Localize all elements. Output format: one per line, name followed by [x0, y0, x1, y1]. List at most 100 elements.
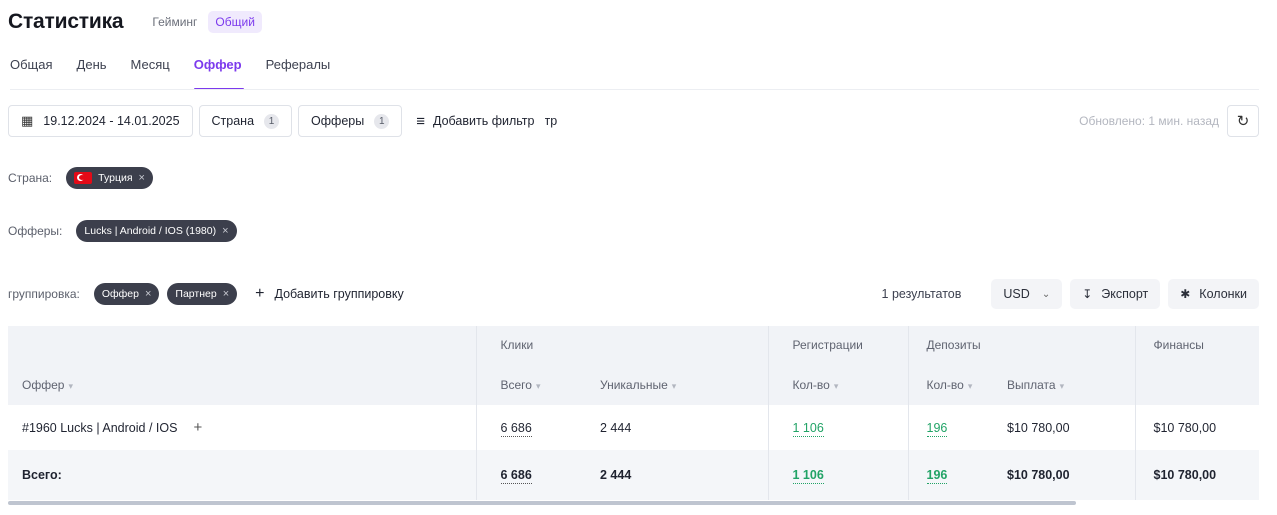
country-filter-label: Страна — [211, 114, 255, 128]
cell-registrations[interactable]: 1 106 — [767, 405, 908, 450]
col-clicks-total[interactable]: Всего ▾ — [475, 364, 576, 405]
tab-referrals[interactable]: Рефералы — [266, 52, 331, 90]
header-finance: Финансы — [1134, 326, 1260, 364]
close-icon[interactable]: × — [139, 172, 145, 184]
registrations-value[interactable]: 1 106 — [792, 420, 824, 437]
table-row: #1960 Lucks | Android / IOS + 6 686 2 444… — [8, 405, 1260, 450]
col-clicks-unique[interactable]: Уникальные ▾ — [576, 364, 768, 405]
col-finance — [1134, 364, 1260, 405]
offer-chip[interactable]: Lucks | Android / IOS (1980) × — [76, 220, 237, 242]
offers-applied-label: Офферы: — [8, 224, 63, 238]
currency-value: USD — [1003, 287, 1030, 301]
cell-clicks-unique: 2 444 — [576, 405, 768, 450]
page-title: Статистика — [8, 10, 124, 33]
col-dep-count[interactable]: Кол-во ▾ — [907, 364, 989, 405]
close-icon[interactable]: × — [222, 225, 228, 237]
columns-label: Колонки — [1199, 287, 1247, 301]
tab-overview[interactable]: Общая — [10, 52, 53, 90]
clicks-total-value[interactable]: 6 686 — [500, 420, 532, 437]
mode-tab-gaming[interactable]: Гейминг — [145, 11, 204, 33]
sort-icon: ▾ — [671, 380, 677, 391]
add-grouping-label: Добавить группировку — [274, 287, 404, 301]
columns-button[interactable]: ✱ Колонки — [1168, 279, 1259, 309]
filter-icon: ≡ — [416, 112, 425, 130]
col-payout[interactable]: Выплата ▾ — [989, 364, 1136, 405]
group-chip-partner[interactable]: Партнер × — [167, 283, 238, 305]
header: Статистика Гейминг Общий — [8, 8, 262, 36]
sort-icon: ▾ — [967, 380, 973, 391]
subtabs: Общая День Месяц Оффер Рефералы — [10, 52, 354, 90]
add-grouping-button[interactable]: + Добавить группировку — [255, 285, 404, 303]
cell-deposits[interactable]: 196 — [907, 405, 989, 450]
sort-icon: ▾ — [535, 380, 541, 391]
refresh-button[interactable]: ↻ — [1227, 105, 1259, 137]
export-label: Экспорт — [1101, 287, 1149, 301]
cell-payout: $10 780,00 — [989, 405, 1136, 450]
country-chip-label: Турция — [98, 172, 133, 184]
header-empty — [8, 326, 476, 364]
stats-table: Клики Регистрации Депозиты Финансы Оффер… — [8, 326, 1260, 500]
currency-select[interactable]: USD ⌄ — [991, 279, 1063, 309]
gear-icon: ✱ — [1180, 287, 1191, 301]
total-registrations-value[interactable]: 1 106 — [792, 468, 824, 484]
horizontal-scrollbar[interactable] — [8, 501, 1076, 505]
date-range-label: 19.12.2024 - 14.01.2025 — [43, 114, 180, 128]
export-button[interactable]: ↧ Экспорт — [1070, 279, 1161, 309]
cell-clicks-total[interactable]: 6 686 — [475, 405, 576, 450]
total-registrations[interactable]: 1 106 — [767, 450, 908, 500]
offer-chip-label: Lucks | Android / IOS (1980) — [84, 225, 217, 237]
col-payout-label: Выплата — [1007, 377, 1056, 392]
offer-name: #1960 Lucks | Android / IOS — [22, 421, 178, 435]
offers-filter-row: Офферы: Lucks | Android / IOS (1980) × — [8, 220, 237, 242]
sort-icon: ▾ — [1059, 380, 1065, 391]
add-filter-button[interactable]: ≡ Добавить фильтр — [416, 113, 534, 130]
group-chip-offer[interactable]: Оффер × — [93, 283, 160, 305]
total-clicks-value[interactable]: 6 686 — [500, 468, 532, 484]
country-filter-row: Страна: Турция × — [8, 167, 153, 189]
sort-icon: ▾ — [68, 380, 73, 391]
tab-day[interactable]: День — [77, 52, 107, 90]
table-total-row: Всего: 6 686 2 444 1 106 196 $10 780,00 … — [8, 450, 1260, 500]
chevron-down-icon: ⌄ — [1041, 288, 1051, 300]
filter-bar: ▦ 19.12.2024 - 14.01.2025 Страна 1 Оффер… — [8, 105, 1259, 137]
total-deposits[interactable]: 196 — [907, 450, 989, 500]
country-chip[interactable]: Турция × — [66, 167, 153, 189]
mode-tab-general[interactable]: Общий — [208, 11, 262, 33]
close-icon[interactable]: × — [145, 288, 151, 300]
plus-icon[interactable]: + — [193, 419, 202, 436]
deposits-value[interactable]: 196 — [926, 420, 948, 437]
refresh-icon: ↻ — [1236, 113, 1250, 130]
tab-month[interactable]: Месяц — [131, 52, 170, 90]
col-reg-count[interactable]: Кол-во ▾ — [767, 364, 908, 405]
header-registrations: Регистрации — [767, 326, 908, 364]
date-range-button[interactable]: ▦ 19.12.2024 - 14.01.2025 — [8, 105, 193, 137]
country-filter-button[interactable]: Страна 1 — [198, 105, 293, 137]
sort-icon: ▾ — [833, 380, 839, 391]
close-icon[interactable]: × — [223, 288, 229, 300]
total-payout: $10 780,00 — [989, 450, 1136, 500]
mode-tabs: Гейминг Общий — [145, 11, 262, 33]
cell-offer: #1960 Lucks | Android / IOS + — [8, 405, 476, 450]
col-unique-label: Уникальные — [600, 377, 668, 392]
total-label: Всего: — [8, 450, 476, 500]
tab-offer[interactable]: Оффер — [193, 52, 244, 90]
total-unique: 2 444 — [576, 450, 768, 500]
col-reg-count-label: Кол-во — [792, 377, 830, 392]
group-chip-label: Оффер — [101, 288, 139, 300]
updated-status: Обновлено: 1 мин. назад — [1079, 114, 1219, 128]
filter-search-input[interactable] — [544, 114, 605, 128]
cell-finance: $10 780,00 — [1134, 405, 1260, 450]
col-offer-label: Оффер — [22, 377, 65, 392]
header-clicks: Клики — [475, 326, 768, 364]
plus-icon: + — [255, 285, 265, 302]
col-offer[interactable]: Оффер ▾ — [8, 364, 476, 405]
flag-icon — [74, 172, 93, 184]
header-deposits: Депозиты — [907, 326, 1136, 364]
offers-filter-button[interactable]: Офферы 1 — [298, 105, 403, 137]
table-group-header: Клики Регистрации Депозиты Финансы — [8, 326, 1260, 364]
grouping-label: группировка: — [8, 287, 80, 301]
total-clicks[interactable]: 6 686 — [475, 450, 576, 500]
results-count: 1 результатов — [881, 287, 962, 301]
total-deposits-value[interactable]: 196 — [926, 468, 948, 484]
tabs-divider — [10, 89, 1259, 90]
